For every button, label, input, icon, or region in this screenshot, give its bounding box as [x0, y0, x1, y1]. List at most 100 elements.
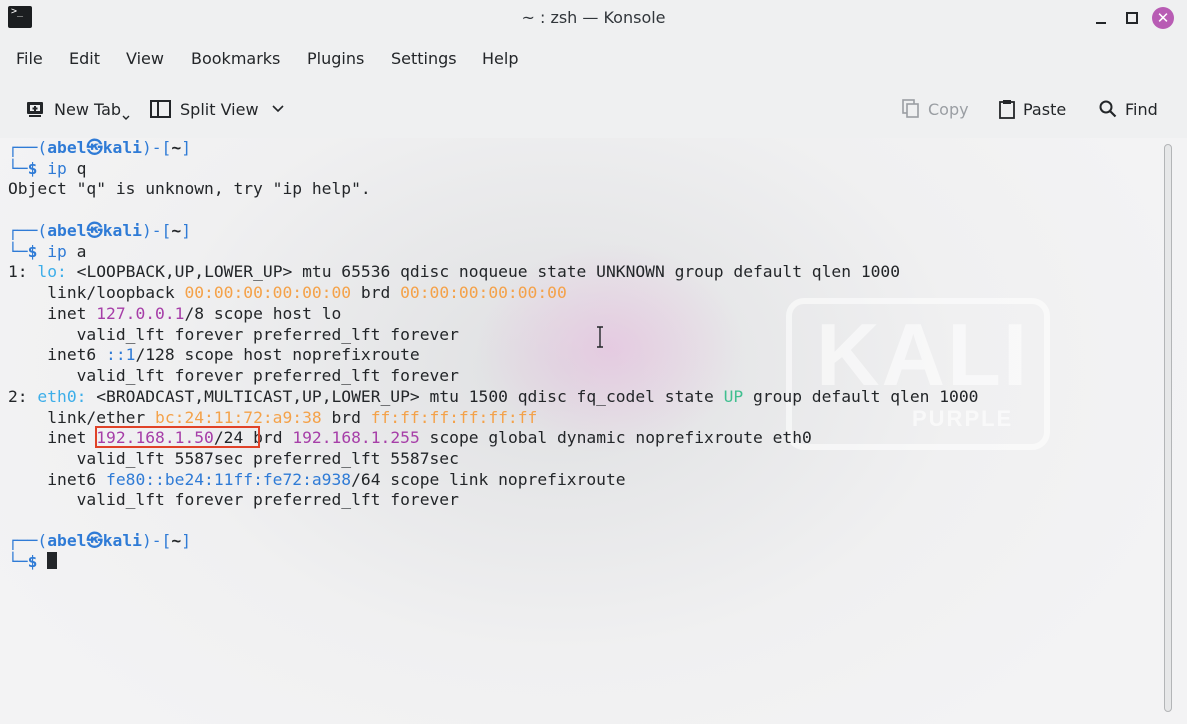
new-tab-label: New Tab	[54, 99, 122, 119]
konsole-window: >_ ~ : zsh — Konsole ✕ File Edit View Bo…	[0, 0, 1187, 724]
prompt-frame: ┌──(	[8, 531, 48, 550]
prompt-dir: ~	[171, 531, 182, 550]
prompt-line-top: ┌──(abel㉿kali)-[~]	[8, 221, 191, 241]
command-name: ip	[47, 242, 67, 261]
ip-highlight-box	[95, 426, 260, 448]
text-cursor	[47, 552, 58, 569]
maximize-button[interactable]	[1121, 7, 1143, 29]
command-line: └─$ ip a	[8, 242, 86, 262]
close-icon: ✕	[1156, 9, 1170, 27]
prompt-dollar: $	[27, 552, 38, 571]
output-line: link/ether bc:24:11:72:a9:38 brd ff:ff:f…	[8, 408, 537, 428]
prompt-user: abel	[47, 531, 87, 550]
command-name: ip	[47, 159, 67, 178]
new-tab-button[interactable]: New Tab	[26, 96, 138, 122]
output-line: 2: eth0: <BROADCAST,MULTICAST,UP,LOWER_U…	[8, 387, 978, 407]
ip-address: 192.168.1.255	[292, 428, 420, 447]
new-tab-icon	[27, 102, 43, 117]
maximize-icon	[1126, 12, 1138, 24]
output-text: /64 scope link noprefixroute	[351, 470, 626, 489]
chevron-down-small-icon	[122, 115, 130, 120]
scrollbar-handle[interactable]	[1164, 144, 1172, 712]
mac-address: ff:ff:ff:ff:ff:ff	[370, 408, 538, 427]
interface-name: eth0:	[37, 387, 87, 406]
menu-edit[interactable]: Edit	[69, 49, 100, 68]
copy-icon	[902, 99, 919, 118]
output-line: inet6 ::1/128 scope host noprefixroute	[8, 345, 420, 365]
prompt-frame: )-[	[141, 138, 172, 157]
copy-button[interactable]: Copy	[902, 96, 969, 122]
prompt-frame: ┌──(	[8, 221, 48, 240]
menu-bookmarks[interactable]: Bookmarks	[191, 49, 280, 68]
prompt-frame: ]	[181, 138, 191, 157]
prompt-frame: └─	[8, 159, 28, 178]
output-line: Object "q" is unknown, try "ip help".	[8, 179, 371, 198]
window-title: ~ : zsh — Konsole	[521, 8, 666, 27]
output-text: /8 scope host lo	[184, 304, 342, 323]
command-line: └─$ ip q	[8, 159, 86, 179]
split-view-icon	[150, 100, 171, 118]
terminal-scrollbar[interactable]	[1160, 144, 1176, 712]
menu-file[interactable]: File	[16, 49, 43, 68]
output-line: inet6 fe80::be24:11ff:fe72:a938/64 scope…	[8, 470, 626, 490]
kali-wallpaper-logo-sub: PURPLE	[912, 406, 1014, 431]
ip-address: fe80::be24:11ff:fe72:a938	[106, 470, 352, 489]
paste-button[interactable]: Paste	[999, 96, 1066, 122]
paste-label: Paste	[1023, 99, 1067, 119]
chevron-down-icon	[271, 105, 284, 113]
output-line: valid_lft forever preferred_lft forever	[8, 366, 459, 385]
output-line: valid_lft forever preferred_lft forever	[8, 490, 459, 509]
prompt-host: kali	[102, 138, 142, 157]
output-line: link/loopback 00:00:00:00:00:00 brd 00:0…	[8, 283, 567, 303]
prompt-host: kali	[102, 221, 142, 240]
menu-plugins[interactable]: Plugins	[307, 49, 364, 68]
output-text: 1:	[8, 262, 38, 281]
prompt-frame: ]	[181, 531, 191, 550]
interface-name: lo:	[37, 262, 67, 281]
prompt-at: ㉿	[86, 531, 103, 550]
output-line: valid_lft forever preferred_lft forever	[8, 325, 459, 344]
find-button[interactable]: Find	[1099, 96, 1158, 122]
mac-address: 00:00:00:00:00:00	[184, 283, 352, 302]
close-button[interactable]: ✕	[1152, 7, 1174, 29]
split-view-label: Split View	[180, 99, 259, 119]
prompt-dollar: $	[27, 242, 38, 261]
output-text: <BROADCAST,MULTICAST,UP,LOWER_UP> mtu 15…	[86, 387, 724, 406]
output-text: link/loopback	[8, 283, 185, 302]
menu-help[interactable]: Help	[482, 49, 518, 68]
ip-address: 127.0.0.1	[96, 304, 185, 323]
menu-bar: File Edit View Bookmarks Plugins Setting…	[0, 44, 1187, 74]
prompt-frame: )-[	[141, 221, 172, 240]
output-text: 2:	[8, 387, 38, 406]
output-line: 1: lo: <LOOPBACK,UP,LOWER_UP> mtu 65536 …	[8, 262, 900, 282]
output-text: brd	[321, 408, 371, 427]
interface-state: UP	[723, 387, 744, 406]
prompt-frame: └─	[8, 552, 28, 571]
output-text: inet	[8, 304, 97, 323]
minimize-button[interactable]	[1090, 7, 1112, 29]
ip-address: ::1	[106, 345, 136, 364]
prompt-line-top: ┌──(abel㉿kali)-[~]	[8, 531, 191, 551]
terminal-view[interactable]: KALI PURPLE ┌──(abel㉿kali)-[~] └─$ ip q …	[0, 138, 1187, 724]
ibeam-cursor-icon	[597, 326, 603, 348]
output-text: inet6	[8, 470, 107, 489]
output-text: /128 scope host noprefixroute	[135, 345, 420, 364]
prompt-frame: └─	[8, 242, 28, 261]
split-view-button[interactable]: Split View	[150, 96, 293, 122]
title-bar[interactable]: >_ ~ : zsh — Konsole ✕	[0, 0, 1187, 36]
prompt-user: abel	[47, 221, 87, 240]
menu-view[interactable]: View	[126, 49, 164, 68]
minimize-icon	[1096, 22, 1106, 24]
output-text: inet	[8, 428, 97, 447]
output-text: group default qlen 1000	[743, 387, 979, 406]
output-line: inet 127.0.0.1/8 scope host lo	[8, 304, 341, 324]
menu-settings[interactable]: Settings	[391, 49, 457, 68]
command-arg: q	[76, 159, 87, 178]
mac-address: bc:24:11:72:a9:38	[155, 408, 322, 427]
output-text: <LOOPBACK,UP,LOWER_UP> mtu 65536 qdisc n…	[66, 262, 901, 281]
find-label: Find	[1125, 99, 1158, 119]
output-text: scope global dynamic noprefixroute eth0	[419, 428, 812, 447]
search-icon	[1099, 100, 1117, 118]
command-line[interactable]: └─$	[8, 552, 58, 572]
output-text: brd	[351, 283, 401, 302]
